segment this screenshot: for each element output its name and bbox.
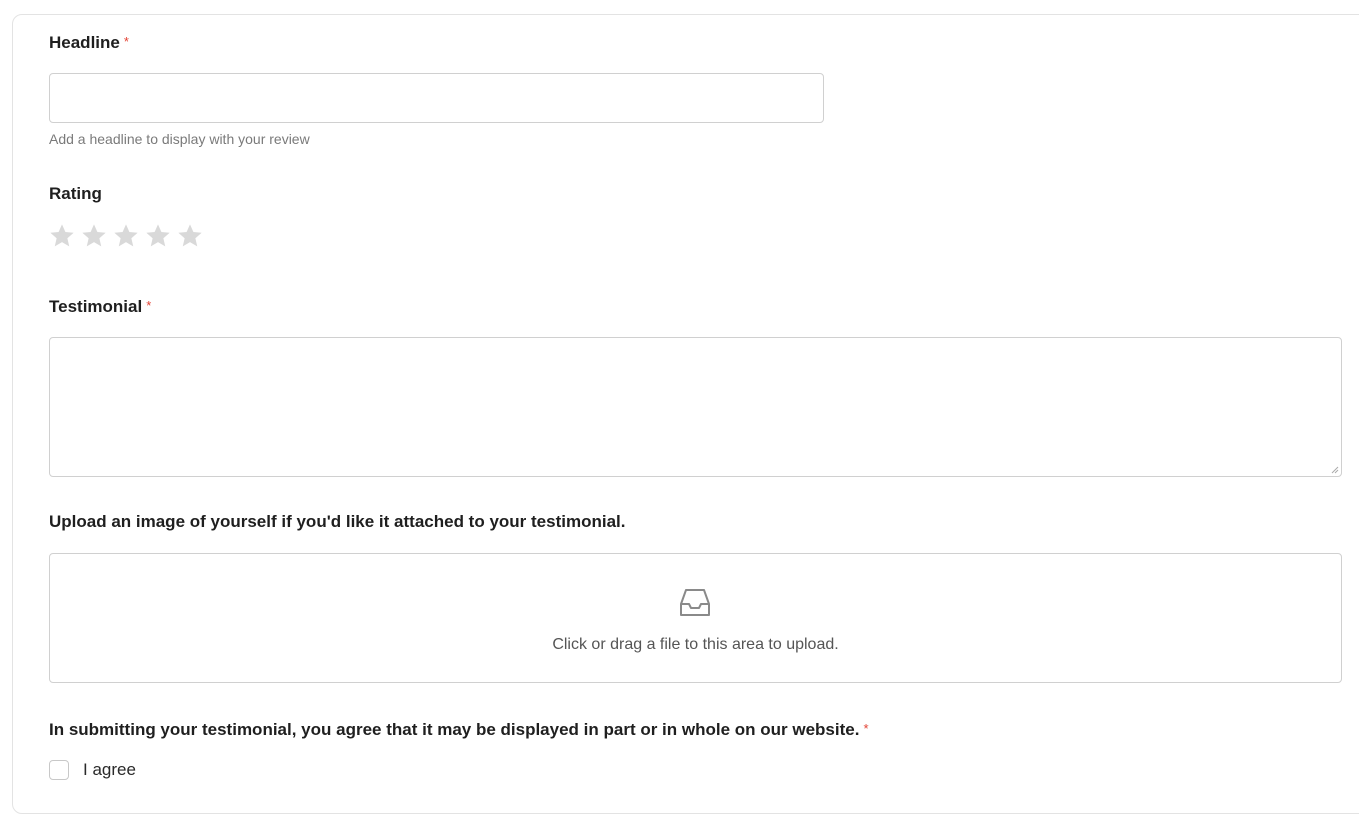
testimonial-textarea[interactable]: [49, 337, 1342, 477]
inbox-icon: [680, 589, 710, 616]
agree-checkbox[interactable]: [49, 760, 69, 780]
consent-label-text: In submitting your testimonial, you agre…: [49, 720, 860, 739]
headline-input[interactable]: [49, 73, 824, 123]
required-asterisk: *: [863, 721, 869, 736]
upload-dropzone[interactable]: Click or drag a file to this area to upl…: [49, 553, 1342, 683]
star-icon[interactable]: [48, 222, 76, 250]
required-asterisk: *: [123, 34, 129, 49]
upload-prompt: Click or drag a file to this area to upl…: [552, 636, 839, 653]
star-icon[interactable]: [112, 222, 140, 250]
headline-label: Headline *: [49, 33, 129, 53]
headline-help-text: Add a headline to display with your revi…: [49, 131, 310, 147]
star-icon[interactable]: [176, 222, 204, 250]
rating-label: Rating: [49, 184, 102, 203]
headline-label-text: Headline: [49, 33, 120, 52]
testimonial-label-text: Testimonial: [49, 297, 143, 316]
rating-stars: [48, 222, 204, 250]
testimonial-label: Testimonial *: [49, 297, 151, 317]
consent-label: In submitting your testimonial, you agre…: [49, 720, 869, 740]
star-icon[interactable]: [80, 222, 108, 250]
resize-handle-icon[interactable]: [1331, 466, 1339, 474]
agree-checkbox-label[interactable]: I agree: [83, 760, 136, 780]
upload-label: Upload an image of yourself if you'd lik…: [49, 512, 626, 531]
star-icon[interactable]: [144, 222, 172, 250]
required-asterisk: *: [146, 298, 152, 313]
